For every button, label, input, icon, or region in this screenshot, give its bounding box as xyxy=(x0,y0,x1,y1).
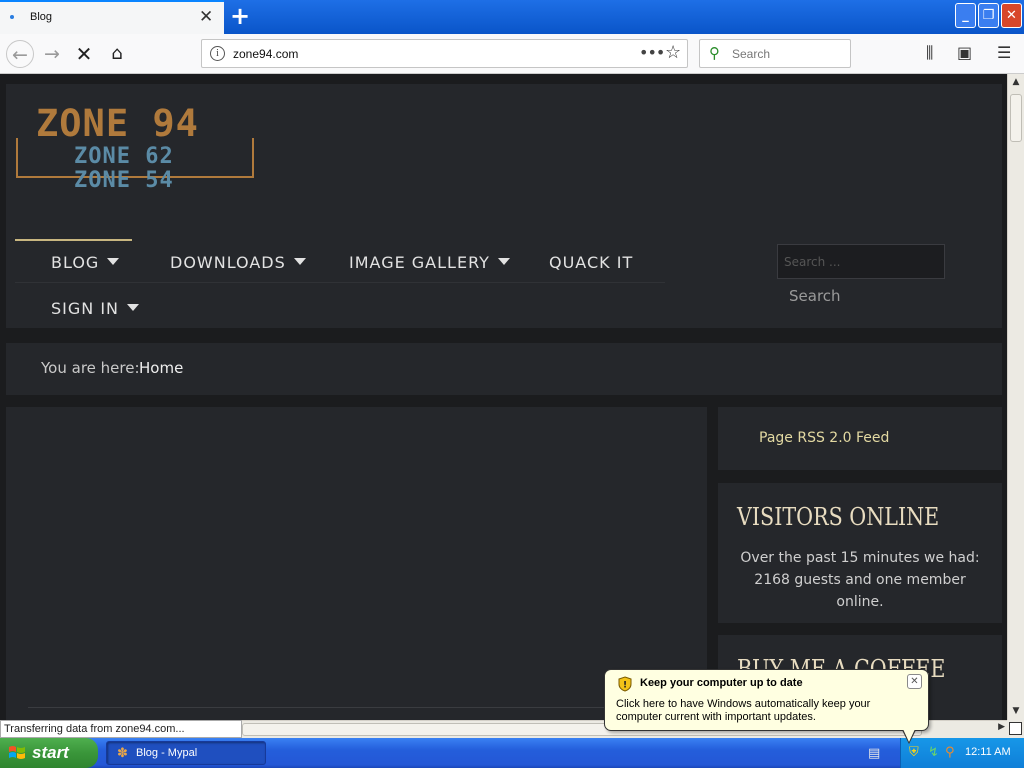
site-search-input[interactable]: Search ... xyxy=(777,244,945,279)
site-header: ZONE 94 ZONE 62 ZONE 54 BLOG DOWNLOADS I… xyxy=(6,84,1002,328)
taskbar-item-label: Blog - Mypal xyxy=(136,747,198,759)
sidebar-rss-module: Page RSS 2.0 Feed xyxy=(718,407,1002,470)
scroll-thumb[interactable] xyxy=(1010,94,1022,142)
balloon-pointer-fill xyxy=(903,729,915,742)
page-actions-icon[interactable]: ••• xyxy=(639,43,665,62)
back-arrow-icon[interactable]: ← xyxy=(6,40,34,68)
scroll-up-icon[interactable]: ▲ xyxy=(1008,74,1024,91)
menu-label: SIGN IN xyxy=(51,299,120,318)
library-icon[interactable]: ⫼ xyxy=(926,43,933,63)
close-window-button[interactable]: ✕ xyxy=(1001,3,1022,28)
svg-text:!: ! xyxy=(623,681,627,691)
bookmark-star-icon[interactable]: ☆ xyxy=(665,42,681,63)
sidebar-visitors-module: VISITORS ONLINE Over the past 15 minutes… xyxy=(718,483,1002,623)
active-menu-indicator xyxy=(15,239,132,241)
security-shield-icon[interactable]: ⛨ xyxy=(909,745,919,760)
main-content xyxy=(6,407,707,720)
menu-label: IMAGE GALLERY xyxy=(349,253,490,272)
status-bar: Transferring data from zone94.com... xyxy=(0,720,242,738)
chevron-down-icon xyxy=(107,258,120,265)
balloon-title: Keep your computer up to date xyxy=(640,677,803,689)
system-tray: ⛨ ↯ ⚲ 12:11 AM xyxy=(900,738,1024,768)
tab-title: Blog xyxy=(30,11,53,23)
search-icon: ⚲ xyxy=(709,44,720,62)
start-label: start xyxy=(32,743,69,762)
network-icon[interactable]: ↯ xyxy=(928,745,939,760)
browser-app-icon: ✽ xyxy=(117,746,128,761)
visitors-heading: VISITORS ONLINE xyxy=(737,503,940,531)
scroll-right-icon[interactable]: ▶ xyxy=(998,722,1005,732)
start-button[interactable]: start xyxy=(0,738,98,768)
menu-item-sign-in[interactable]: SIGN IN xyxy=(51,299,140,318)
rss-feed-link[interactable]: Page RSS 2.0 Feed xyxy=(759,430,889,446)
balloon-body: Click here to have Windows automatically… xyxy=(616,698,871,723)
menu-divider xyxy=(15,282,665,283)
clock[interactable]: 12:11 AM xyxy=(965,746,1011,758)
chevron-down-icon xyxy=(127,304,140,311)
stop-icon[interactable]: ✕ xyxy=(70,40,98,68)
resize-box xyxy=(1009,722,1022,735)
breadcrumb-home: Home xyxy=(139,359,184,377)
loading-dot-icon xyxy=(10,15,14,19)
sidebar-icon[interactable]: ▣ xyxy=(957,43,972,62)
logo-line-3: ZONE 54 xyxy=(74,168,174,193)
home-icon[interactable]: ⌂ xyxy=(103,40,131,68)
tab-blog[interactable]: Blog ✕ xyxy=(0,0,224,34)
breadcrumb: You are here: Home xyxy=(6,343,1002,395)
search-tray-icon[interactable]: ⚲ xyxy=(945,745,955,760)
chevron-down-icon xyxy=(293,258,306,265)
menu-item-downloads[interactable]: DOWNLOADS xyxy=(170,253,306,272)
balloon-close-icon[interactable]: ✕ xyxy=(907,674,922,689)
browser-search-placeholder: Search xyxy=(732,47,771,61)
content-divider xyxy=(28,707,703,708)
breadcrumb-label: You are here: xyxy=(41,359,140,377)
chevron-down-icon xyxy=(497,258,510,265)
menu-item-blog[interactable]: BLOG xyxy=(51,253,120,272)
status-text: Transferring data from zone94.com... xyxy=(4,723,185,735)
url-text[interactable]: zone94.com xyxy=(233,47,298,61)
shield-icon: ! xyxy=(618,676,632,692)
new-tab-button[interactable]: + xyxy=(230,2,250,30)
logo-line-2: ZONE 62 xyxy=(74,144,174,169)
site-logo[interactable]: ZONE 94 ZONE 62 ZONE 54 xyxy=(16,102,260,196)
vertical-scrollbar[interactable]: ▲ ▼ xyxy=(1007,74,1024,720)
web-page: ZONE 94 ZONE 62 ZONE 54 BLOG DOWNLOADS I… xyxy=(0,74,1007,720)
scroll-corner xyxy=(1007,720,1024,738)
taskbar-item-browser[interactable]: ✽ Blog - Mypal xyxy=(106,741,266,765)
forward-arrow-icon[interactable]: → xyxy=(38,40,66,68)
menu-label: QUACK IT xyxy=(549,253,634,272)
info-icon[interactable]: i xyxy=(210,46,225,61)
browser-search-input[interactable]: ⚲ Search xyxy=(699,39,851,68)
menu-label: BLOG xyxy=(51,253,100,272)
tab-close-icon[interactable]: ✕ xyxy=(199,7,213,27)
menu-label: DOWNLOADS xyxy=(170,253,286,272)
menu-item-image-gallery[interactable]: IMAGE GALLERY xyxy=(349,253,510,272)
address-bar[interactable]: i zone94.com ••• ☆ xyxy=(201,39,688,68)
taskbar: start ✽ Blog - Mypal ▤ ⛨ ↯ ⚲ 12:11 AM xyxy=(0,738,1024,768)
visitors-text: Over the past 15 minutes we had: 2168 gu… xyxy=(740,550,980,610)
scroll-down-icon[interactable]: ▼ xyxy=(1008,703,1024,720)
site-search-button[interactable]: Search xyxy=(789,287,841,305)
screen: Blog ✕ + _ ❐ ✕ ← → ✕ ⌂ i zone94.com ••• … xyxy=(0,0,1024,768)
navigation-toolbar: ← → ✕ ⌂ i zone94.com ••• ☆ ⚲ Search ⫼ ▣ … xyxy=(0,34,1024,74)
maximize-button[interactable]: ❐ xyxy=(978,3,999,28)
windows-logo-icon xyxy=(9,746,25,759)
minimize-button[interactable]: _ xyxy=(955,3,976,28)
menu-icon[interactable]: ☰ xyxy=(997,43,1011,62)
tab-strip: Blog ✕ + _ ❐ ✕ xyxy=(0,0,1024,34)
site-search-placeholder: Search ... xyxy=(784,255,841,269)
update-notification-balloon[interactable]: ! Keep your computer up to date ✕ Click … xyxy=(604,669,929,744)
menu-item-quack-it[interactable]: QUACK IT xyxy=(549,253,633,272)
keyboard-icon[interactable]: ▤ xyxy=(868,746,880,761)
